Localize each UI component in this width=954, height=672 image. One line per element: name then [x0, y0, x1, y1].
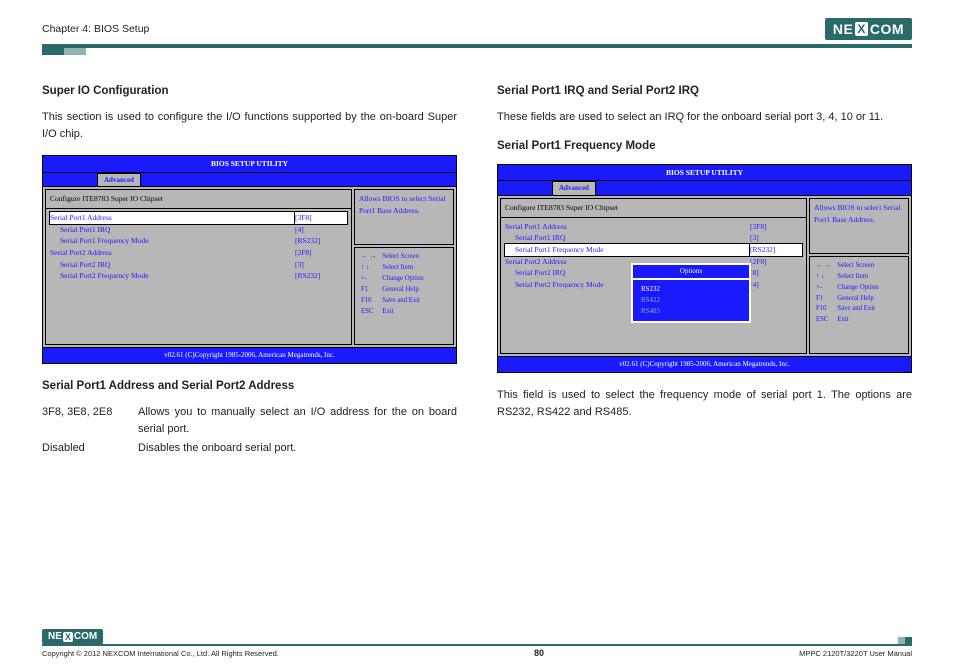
bios-setting-row: Serial Port1 Frequency Mode[RS232] — [505, 244, 802, 256]
address-definition: 3F8, 3E8, 2E8Allows you to manually sele… — [42, 404, 457, 438]
section-serial-irq: Serial Port1 IRQ and Serial Port2 IRQ — [497, 83, 912, 101]
bios-keys: ← →Select Screen↑ ↓Select Item+-Change O… — [354, 247, 454, 345]
bios-setting-row: Serial Port1 Address[3F8] — [50, 212, 347, 224]
bios-setting-row: Serial Port1 Address[3F8] — [505, 221, 802, 233]
popup-title: Options — [633, 265, 749, 280]
bios-footer: v02.61 (C)Copyright 1985-2006, American … — [498, 356, 911, 372]
bios-setting-row: Serial Port1 IRQ[4] — [50, 224, 347, 236]
copyright: Copyright © 2012 NEXCOM International Co… — [42, 649, 279, 658]
chapter-title: Chapter 4: BIOS Setup — [42, 23, 149, 35]
brand-logo: NEXCOM — [825, 18, 912, 40]
bios-setting-row: Serial Port2 Frequency Mode[RS232] — [50, 270, 347, 282]
bios-cfg-head: Configure ITE8783 Super IO Chipset — [50, 193, 347, 205]
footer-logo: NEXCOM — [42, 629, 103, 644]
section-serial-addr: Serial Port1 Address and Serial Port2 Ad… — [42, 378, 457, 396]
address-definition: DisabledDisables the onboard serial port… — [42, 440, 457, 457]
manual-name: MPPC 2120T/3220T User Manual — [799, 649, 912, 658]
freq-desc: This field is used to select the frequen… — [497, 387, 912, 421]
section-freq-mode: Serial Port1 Frequency Mode — [497, 138, 912, 156]
bios-title: BIOS SETUP UTILITY — [498, 165, 911, 182]
bios-cfg-head: Configure ITE8783 Super IO Chipset — [505, 202, 802, 214]
bios-setting-row: Serial Port2 Address[2F8] — [50, 247, 347, 259]
section-super-io: Super IO Configuration — [42, 83, 457, 101]
bios-screenshot-right: BIOS SETUP UTILITY Advanced Configure IT… — [497, 164, 912, 373]
bios-setting-row: Serial Port2 IRQ[3] — [50, 259, 347, 271]
bios-title: BIOS SETUP UTILITY — [43, 156, 456, 173]
popup-option: RS422 — [641, 295, 741, 306]
page-number: 80 — [534, 648, 544, 658]
popup-option: RS485 — [641, 306, 741, 317]
footer-squares — [898, 637, 912, 644]
header-stripe — [42, 48, 912, 55]
bios-keys: ← →Select Screen↑ ↓Select Item+-Change O… — [809, 256, 909, 354]
bios-tab-advanced: Advanced — [552, 181, 596, 195]
bios-screenshot-left: BIOS SETUP UTILITY Advanced Configure IT… — [42, 155, 457, 364]
bios-tab-advanced: Advanced — [97, 173, 141, 187]
popup-option: RS232 — [641, 284, 741, 295]
bios-help: Allows BIOS to select Serial Port1 Base … — [354, 189, 454, 245]
irq-desc: These fields are used to select an IRQ f… — [497, 109, 912, 126]
bios-setting-row: Serial Port1 Frequency Mode[RS232] — [50, 235, 347, 247]
bios-setting-row: Serial Port1 IRQ[3] — [505, 232, 802, 244]
bios-help: Allows BIOS to select Serial Port1 Base … — [809, 198, 909, 254]
super-io-desc: This section is used to configure the I/… — [42, 109, 457, 143]
bios-options-popup: Options RS232RS422RS485 — [631, 263, 751, 322]
bios-footer: v02.61 (C)Copyright 1985-2006, American … — [43, 347, 456, 363]
